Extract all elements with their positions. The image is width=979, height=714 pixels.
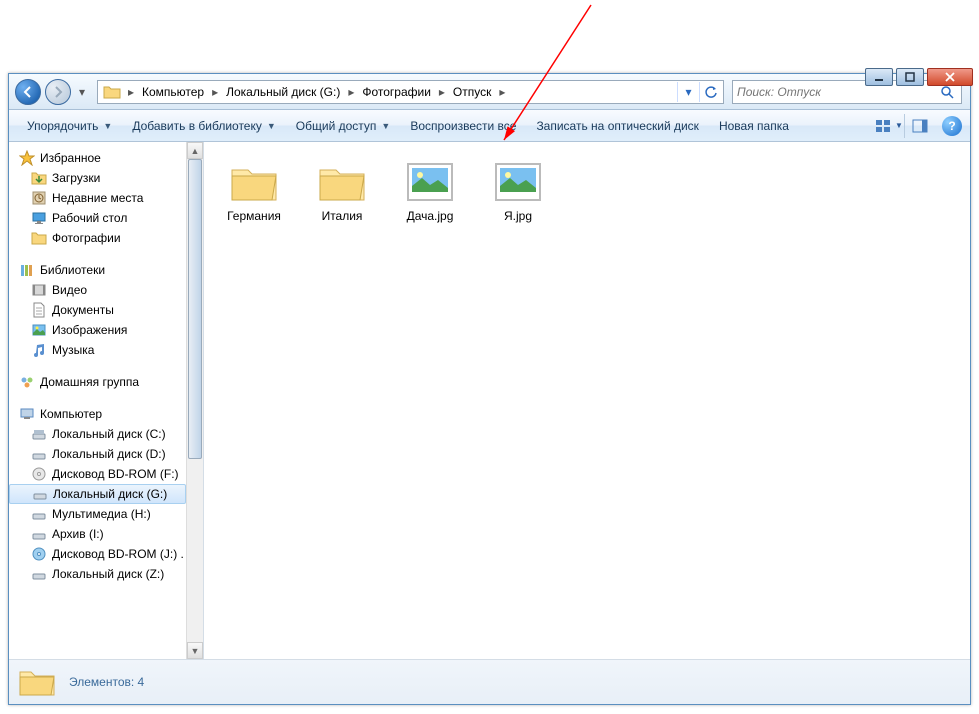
nav-bar: ▾ ▸ Компьютер ▸ Локальный диск (G:) ▸ Фо…	[9, 74, 970, 110]
search-input[interactable]	[737, 85, 937, 99]
share-menu[interactable]: Общий доступ▼	[286, 110, 401, 141]
disc-icon	[31, 466, 47, 482]
preview-pane-button[interactable]	[904, 114, 934, 138]
navigation-pane: Избранное Загрузки Недавние места Рабочи…	[9, 142, 204, 659]
scroll-down-button[interactable]: ▼	[187, 642, 203, 659]
recent-icon	[31, 190, 47, 206]
sidebar-item-drive-z[interactable]: Локальный диск (Z:)	[9, 564, 186, 584]
sidebar-item-desktop[interactable]: Рабочий стол	[9, 208, 186, 228]
folder-icon	[314, 158, 370, 206]
help-button[interactable]: ?	[942, 116, 962, 136]
folder-icon	[17, 665, 57, 699]
folder-item[interactable]: Италия	[300, 154, 384, 227]
image-thumbnail	[490, 158, 546, 206]
address-bar[interactable]: ▸ Компьютер ▸ Локальный диск (G:) ▸ Фото…	[97, 80, 724, 104]
libraries-icon	[19, 262, 35, 278]
status-bar: Элементов: 4	[9, 659, 970, 704]
file-label: Италия	[322, 209, 363, 223]
breadcrumb-sep[interactable]: ▸	[495, 81, 509, 103]
disc-icon	[31, 546, 47, 562]
sidebar-item-drive-i[interactable]: Архив (I:)	[9, 524, 186, 544]
file-label: Германия	[227, 209, 281, 223]
sidebar-item-pictures[interactable]: Изображения	[9, 320, 186, 340]
image-item[interactable]: Я.jpg	[476, 154, 560, 227]
breadcrumb-item[interactable]: Локальный диск (G:)	[222, 81, 344, 103]
sidebar-item-recent[interactable]: Недавние места	[9, 188, 186, 208]
drive-icon	[31, 526, 47, 542]
homegroup-icon	[19, 374, 35, 390]
drive-icon	[32, 486, 48, 502]
sidebar-item-drive-c[interactable]: Локальный диск (C:)	[9, 424, 186, 444]
scroll-thumb[interactable]	[188, 159, 202, 459]
body-area: Избранное Загрузки Недавние места Рабочи…	[9, 142, 970, 659]
sidebar-item-drive-h[interactable]: Мультимедиа (H:)	[9, 504, 186, 524]
sidebar-item-drive-g[interactable]: Локальный диск (G:)	[9, 484, 186, 504]
folder-item[interactable]: Германия	[212, 154, 296, 227]
sidebar-scrollbar[interactable]: ▲ ▼	[186, 142, 203, 659]
explorer-window: ▾ ▸ Компьютер ▸ Локальный диск (G:) ▸ Фо…	[8, 73, 971, 705]
sidebar-item-drive-j[interactable]: Дисковод BD-ROM (J:) .	[9, 544, 186, 564]
drive-icon	[31, 426, 47, 442]
favorites-group[interactable]: Избранное	[9, 148, 186, 168]
scroll-up-button[interactable]: ▲	[187, 142, 203, 159]
sidebar-item-downloads[interactable]: Загрузки	[9, 168, 186, 188]
folder-icon	[226, 158, 282, 206]
breadcrumb-sep[interactable]: ▸	[344, 81, 358, 103]
view-options-button[interactable]: ▼	[874, 114, 904, 138]
breadcrumb-item[interactable]: Компьютер	[138, 81, 208, 103]
music-icon	[31, 342, 47, 358]
maximize-button[interactable]	[896, 68, 924, 86]
libraries-group[interactable]: Библиотеки	[9, 260, 186, 280]
document-icon	[31, 302, 47, 318]
image-thumbnail	[402, 158, 458, 206]
sidebar-item-documents[interactable]: Документы	[9, 300, 186, 320]
folder-icon	[31, 230, 47, 246]
star-icon	[19, 150, 35, 166]
sidebar-item-photos[interactable]: Фотографии	[9, 228, 186, 248]
toolbar: Упорядочить▼ Добавить в библиотеку▼ Общи…	[9, 110, 970, 142]
breadcrumb-item[interactable]: Фотографии	[358, 81, 435, 103]
window-controls	[865, 68, 973, 86]
folder-icon	[31, 170, 47, 186]
new-folder-button[interactable]: Новая папка	[709, 110, 799, 141]
breadcrumb-sep[interactable]: ▸	[435, 81, 449, 103]
sidebar-item-drive-d[interactable]: Локальный диск (D:)	[9, 444, 186, 464]
status-text: Элементов: 4	[69, 675, 144, 689]
organize-menu[interactable]: Упорядочить▼	[17, 110, 122, 141]
drive-icon	[31, 506, 47, 522]
breadcrumb-sep[interactable]: ▸	[208, 81, 222, 103]
search-icon[interactable]	[937, 85, 957, 99]
nav-history-dropdown[interactable]: ▾	[75, 79, 89, 105]
sidebar-item-videos[interactable]: Видео	[9, 280, 186, 300]
close-button[interactable]	[927, 68, 973, 86]
nav-back-button[interactable]	[15, 79, 41, 105]
image-item[interactable]: Дача.jpg	[388, 154, 472, 227]
drive-icon	[31, 566, 47, 582]
breadcrumb-item[interactable]: Отпуск	[449, 81, 495, 103]
include-in-library-menu[interactable]: Добавить в библиотеку▼	[122, 110, 285, 141]
sidebar-item-music[interactable]: Музыка	[9, 340, 186, 360]
sidebar-item-drive-f[interactable]: Дисковод BD-ROM (F:)	[9, 464, 186, 484]
address-dropdown[interactable]: ▾	[677, 82, 699, 102]
file-label: Я.jpg	[504, 209, 532, 223]
desktop-icon	[31, 210, 47, 226]
play-all-button[interactable]: Воспроизвести все	[400, 110, 526, 141]
minimize-button[interactable]	[865, 68, 893, 86]
nav-forward-button[interactable]	[45, 79, 71, 105]
homegroup[interactable]: Домашняя группа	[9, 372, 186, 392]
breadcrumb-root-sep[interactable]: ▸	[124, 81, 138, 103]
computer-group[interactable]: Компьютер	[9, 404, 186, 424]
folder-icon	[103, 83, 121, 101]
video-icon	[31, 282, 47, 298]
file-label: Дача.jpg	[407, 209, 454, 223]
pictures-icon	[31, 322, 47, 338]
computer-icon	[19, 406, 35, 422]
burn-disc-button[interactable]: Записать на оптический диск	[526, 110, 709, 141]
file-list[interactable]: Германия Италия Дача.jpg Я.jpg	[204, 142, 970, 659]
refresh-button[interactable]	[699, 82, 721, 102]
drive-icon	[31, 446, 47, 462]
